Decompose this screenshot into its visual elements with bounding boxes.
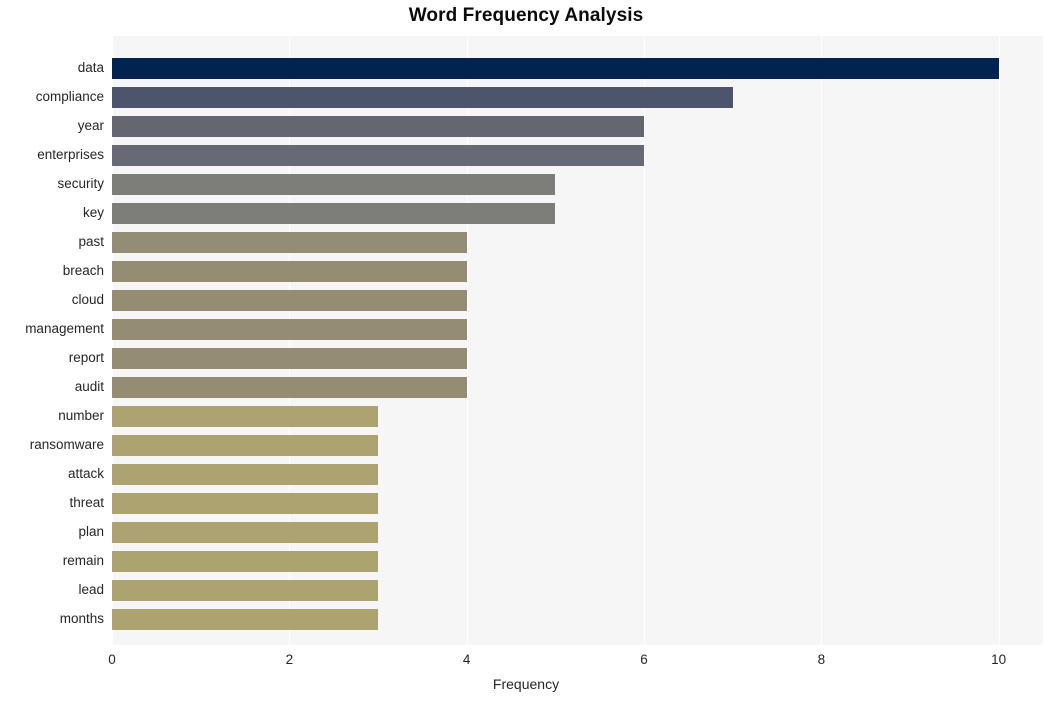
bar-row <box>112 492 1043 515</box>
y-tick-label-months: months <box>59 611 104 627</box>
bar-row <box>112 347 1043 370</box>
bar-management[interactable] <box>112 318 467 341</box>
x-tick-label: 2 <box>285 652 294 667</box>
bar-key[interactable] <box>112 202 556 225</box>
bar-past[interactable] <box>112 231 467 254</box>
word-frequency-chart-figure: Word Frequency Analysis data compliance ye… <box>0 0 1052 701</box>
y-axis-labels: data compliance year enterprises security key… <box>0 36 104 645</box>
bar-row <box>112 289 1043 312</box>
bar-report[interactable] <box>112 347 467 370</box>
bar-row <box>112 579 1043 602</box>
y-tick-label-past: past <box>78 234 104 250</box>
y-tick-label-report: report <box>68 350 104 366</box>
y-tick-label-year: year <box>77 118 104 134</box>
bar-data[interactable] <box>112 57 999 80</box>
bar-ransomware[interactable] <box>112 434 378 457</box>
y-tick-label-enterprises: enterprises <box>37 147 104 163</box>
bar-year[interactable] <box>112 115 644 138</box>
bar-row <box>112 405 1043 428</box>
bar-cloud[interactable] <box>112 289 467 312</box>
plot-area <box>112 36 1043 645</box>
x-tick-label: 6 <box>640 652 648 667</box>
x-tick-label: 8 <box>817 652 826 667</box>
bar-row <box>112 434 1043 457</box>
bar-row <box>112 115 1043 138</box>
bar-audit[interactable] <box>112 376 467 399</box>
bar-lead[interactable] <box>112 579 378 602</box>
y-tick-label-management: management <box>25 321 104 337</box>
y-tick-label-attack: attack <box>67 466 104 482</box>
bar-breach[interactable] <box>112 260 467 283</box>
bar-row <box>112 521 1043 544</box>
y-tick-label-plan: plan <box>78 524 104 540</box>
y-tick-label-key: key <box>82 205 104 221</box>
y-tick-label-ransomware: ransomware <box>29 437 104 453</box>
bar-row <box>112 57 1043 80</box>
bar-attack[interactable] <box>112 463 378 486</box>
bar-row <box>112 231 1043 254</box>
y-tick-label-cloud: cloud <box>71 292 104 308</box>
bar-enterprises[interactable] <box>112 144 644 167</box>
y-tick-label-security: security <box>57 176 104 192</box>
bar-plan[interactable] <box>112 521 378 544</box>
bar-row <box>112 144 1043 167</box>
chart-title: Word Frequency Analysis <box>408 5 644 26</box>
bar-row <box>112 376 1043 399</box>
x-axis-title: Frequency <box>492 676 560 692</box>
bar-remain[interactable] <box>112 550 378 573</box>
bar-compliance[interactable] <box>112 86 733 109</box>
bar-threat[interactable] <box>112 492 378 515</box>
bar-row <box>112 173 1043 196</box>
y-tick-label-remain: remain <box>62 553 104 569</box>
bar-number[interactable] <box>112 405 378 428</box>
bar-row <box>112 608 1043 631</box>
bar-months[interactable] <box>112 608 378 631</box>
y-tick-label-data: data <box>77 60 104 76</box>
x-tick-label: 10 <box>991 652 1007 667</box>
bar-row <box>112 86 1043 109</box>
y-tick-label-lead: lead <box>78 582 104 598</box>
bar-row <box>112 260 1043 283</box>
y-tick-label-number: number <box>58 408 104 424</box>
x-tick-label: 0 <box>108 652 116 667</box>
bar-row <box>112 202 1043 225</box>
x-tick-label: 4 <box>462 652 471 667</box>
bars-container <box>112 36 1043 645</box>
bar-row <box>112 463 1043 486</box>
x-axis: Frequency 0 2 4 6 8 10 <box>0 645 1052 701</box>
y-tick-label-audit: audit <box>74 379 104 395</box>
y-tick-label-breach: breach <box>62 263 104 279</box>
bar-security[interactable] <box>112 173 556 196</box>
bar-row <box>112 550 1043 573</box>
y-tick-label-threat: threat <box>69 495 104 511</box>
y-tick-label-compliance: compliance <box>35 89 104 105</box>
bar-row <box>112 318 1043 341</box>
